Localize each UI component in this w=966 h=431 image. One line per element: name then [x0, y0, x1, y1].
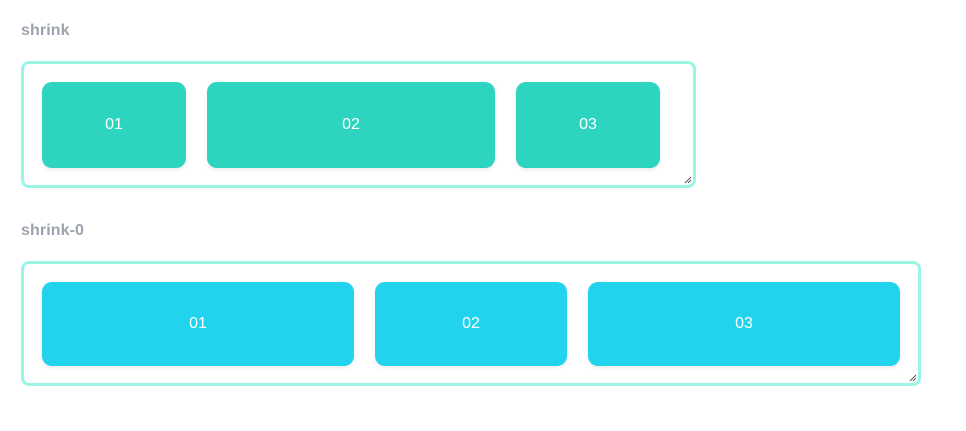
- shrink-0-container[interactable]: 01 02 03: [21, 261, 921, 386]
- shrink-box-03: 03: [516, 82, 660, 168]
- shrink-0-box-02: 02: [375, 282, 567, 366]
- box-label: 03: [735, 315, 753, 332]
- shrink-0-box-03: 03: [588, 282, 900, 366]
- shrink-box-02: 02: [207, 82, 495, 168]
- box-label: 02: [342, 116, 360, 133]
- resize-handle-icon[interactable]: [909, 374, 917, 382]
- section-title-shrink: shrink: [21, 22, 70, 39]
- shrink-0-box-01: 01: [42, 282, 354, 366]
- page: shrink 01 02 03 shrink-0 01 02 03: [0, 0, 966, 431]
- box-label: 01: [105, 116, 123, 133]
- shrink-box-01: 01: [42, 82, 186, 168]
- box-label: 03: [579, 116, 597, 133]
- section-title-shrink-0: shrink-0: [21, 222, 85, 239]
- box-label: 01: [189, 315, 207, 332]
- box-label: 02: [462, 315, 480, 332]
- shrink-container[interactable]: 01 02 03: [21, 61, 696, 188]
- resize-handle-icon[interactable]: [684, 176, 692, 184]
